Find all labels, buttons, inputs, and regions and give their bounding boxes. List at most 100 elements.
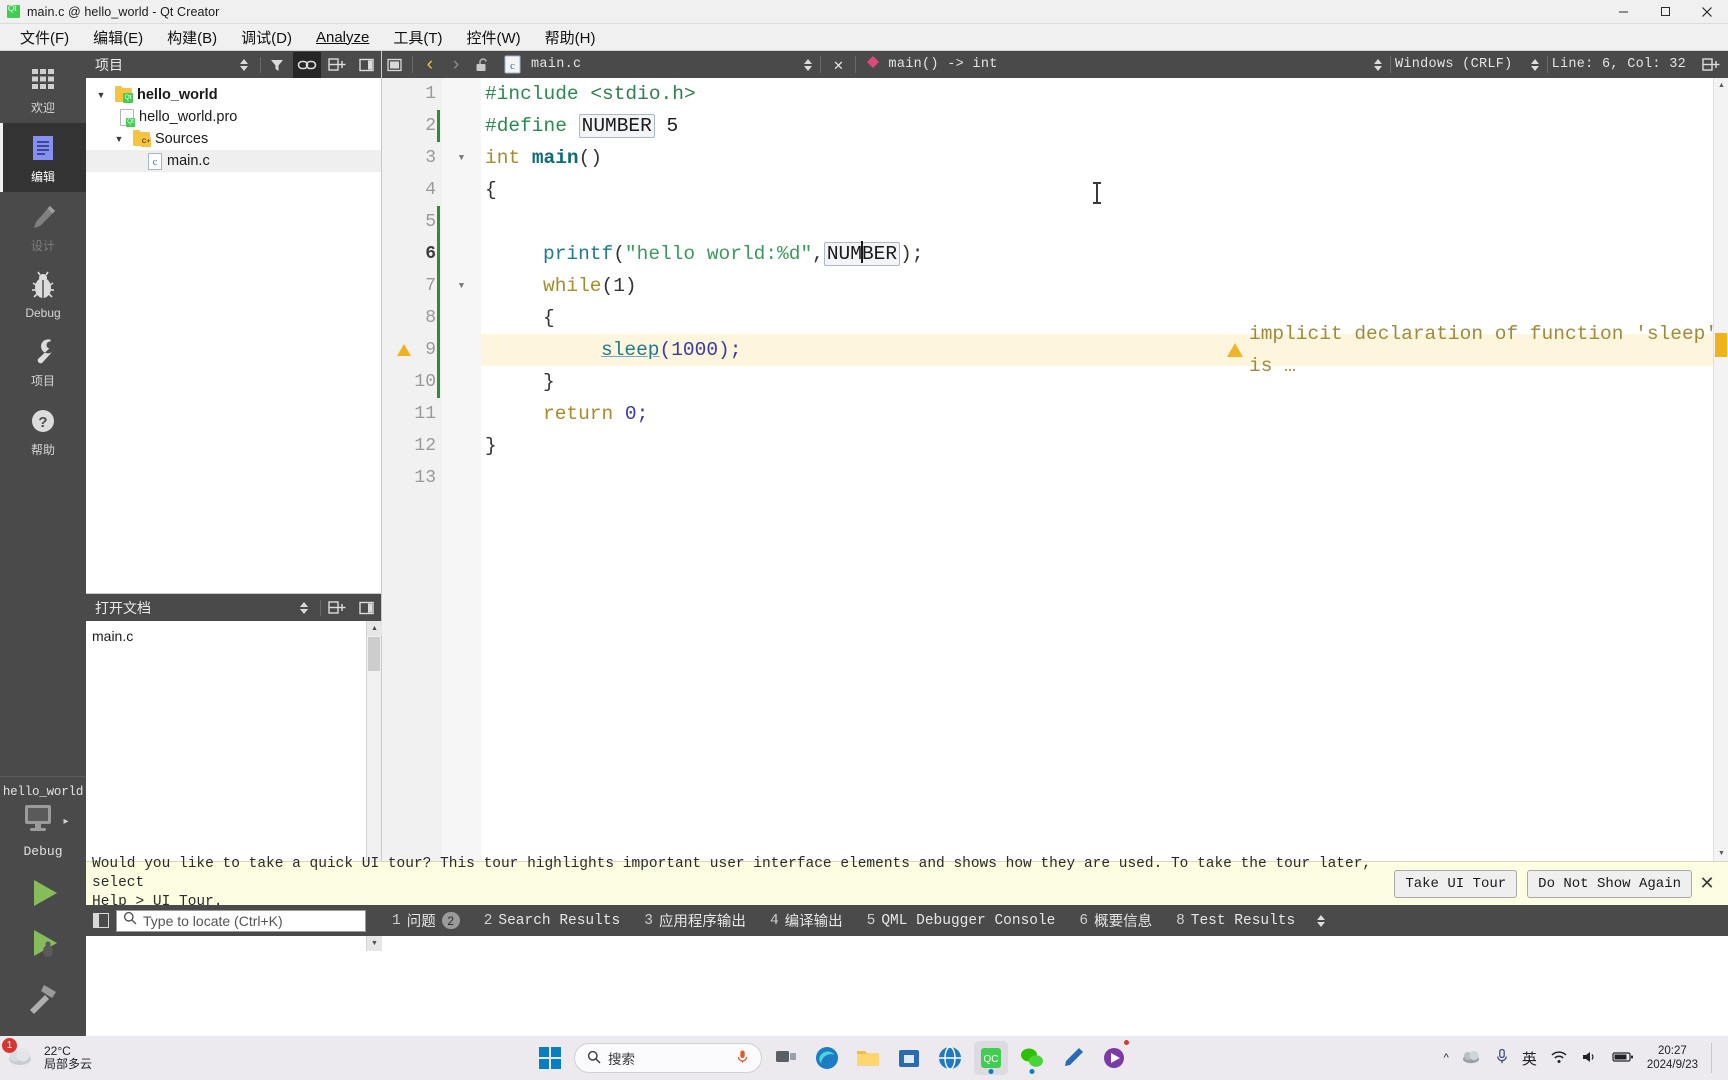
toggle-sidebar-icon[interactable]	[86, 905, 116, 936]
store-icon[interactable]	[892, 1041, 926, 1075]
close-pane-icon[interactable]	[353, 52, 381, 78]
output-tab-general-messages[interactable]: 6 概要信息	[1067, 910, 1164, 932]
hammer-icon[interactable]	[21, 979, 65, 1022]
code-line[interactable]: 11 return 0;	[382, 398, 1728, 430]
chevron-down-icon[interactable]: ▼	[110, 134, 128, 144]
code-line[interactable]: 12 }	[382, 430, 1728, 462]
play-triangle-icon[interactable]	[21, 875, 65, 916]
menu-file[interactable]: 文件(F)	[8, 24, 81, 51]
tree-row-sources[interactable]: ▼ C+ Sources	[86, 128, 381, 150]
code-line[interactable]: 10 }	[382, 366, 1728, 398]
file-dropdown-icon[interactable]	[800, 57, 816, 73]
wechat-icon[interactable]	[1015, 1041, 1049, 1075]
editor-filename[interactable]: main.c	[531, 57, 581, 72]
code-line[interactable]: 4 {	[382, 174, 1728, 206]
funnel-icon[interactable]	[263, 52, 291, 78]
volume-icon[interactable]	[1581, 1050, 1599, 1067]
show-desktop-button[interactable]	[1711, 1043, 1716, 1073]
mode-edit[interactable]: 编辑	[0, 123, 86, 192]
locator-input[interactable]: Type to locate (Ctrl+K)	[116, 909, 366, 932]
editor-icon[interactable]	[1056, 1041, 1090, 1075]
microphone-icon[interactable]	[736, 1049, 749, 1067]
taskbar-weather-widget[interactable]: 1 22°C 局部多云	[0, 1037, 200, 1073]
menu-edit[interactable]: 编辑(E)	[81, 24, 155, 51]
code-line[interactable]: 1 #include <stdio.h>	[382, 78, 1728, 110]
code-line[interactable]: 3 ▼ int main()	[382, 142, 1728, 174]
fold-toggle-icon[interactable]: ▼	[442, 142, 481, 174]
ime-indicator[interactable]: 英	[1522, 1048, 1537, 1069]
split-plus-icon[interactable]	[323, 595, 351, 621]
chevron-right-icon[interactable]: ›	[443, 52, 469, 78]
onedrive-icon[interactable]	[1462, 1049, 1482, 1067]
menu-widgets[interactable]: 控件(W)	[455, 24, 533, 51]
close-icon[interactable]: ✕	[1692, 873, 1722, 894]
scroll-up-arrow[interactable]: ▲	[367, 621, 382, 636]
menu-help[interactable]: 帮助(H)	[533, 24, 608, 51]
battery-icon[interactable]	[1612, 1051, 1634, 1066]
minimize-button[interactable]	[1602, 0, 1644, 24]
code-line[interactable]: 9 sleep(1000); implicit declaration of f…	[382, 323, 1728, 377]
tree-row-hello-world-pro[interactable]: Qt hello_world.pro	[86, 106, 381, 128]
chain-link-icon[interactable]	[293, 51, 321, 78]
scroll-up-arrow[interactable]: ▲	[1714, 78, 1728, 93]
tree-row-main-c[interactable]: c main.c	[86, 150, 381, 172]
unlocked-padlock-icon[interactable]	[469, 52, 495, 78]
output-tab-test-results[interactable]: 8 Test Results	[1164, 913, 1307, 929]
symbol-dropdown-icon[interactable]	[1370, 57, 1386, 73]
scroll-thumb[interactable]	[368, 637, 380, 671]
edge-browser-icon[interactable]	[810, 1041, 844, 1075]
updown-chevron-icon[interactable]	[1313, 913, 1329, 929]
list-item[interactable]: main.c	[92, 625, 381, 646]
menu-debug[interactable]: 调试(D)	[229, 24, 304, 51]
tree-row-hello-world[interactable]: ▼ Qt hello_world	[86, 84, 381, 106]
editor-scrollbar[interactable]: ▲ ▼	[1713, 78, 1728, 861]
hide-sidebar-icon[interactable]	[382, 52, 408, 78]
output-tab-compile-output[interactable]: 4 编译输出	[758, 910, 855, 932]
chevron-down-icon[interactable]: ▼	[92, 90, 110, 100]
show-hidden-icons[interactable]: ^	[1444, 1052, 1449, 1064]
qt-creator-icon[interactable]: QC	[974, 1041, 1008, 1075]
take-ui-tour-button[interactable]: Take UI Tour	[1394, 869, 1518, 898]
scroll-down-arrow[interactable]: ▼	[367, 936, 382, 951]
mode-help[interactable]: ? 帮助	[0, 396, 86, 465]
code-area[interactable]: 1 #include <stdio.h> 2 #define NUMBER 5 …	[382, 78, 1728, 861]
close-button[interactable]	[1686, 0, 1728, 24]
do-not-show-again-button[interactable]: Do Not Show Again	[1527, 869, 1692, 898]
split-plus-icon[interactable]	[1698, 52, 1724, 78]
scroll-down-arrow[interactable]: ▼	[1714, 846, 1728, 861]
line-ending-dropdown-icon[interactable]	[1527, 57, 1543, 73]
play-bug-icon[interactable]	[21, 925, 65, 966]
microphone-icon[interactable]	[1495, 1048, 1509, 1068]
split-plus-icon[interactable]	[323, 52, 351, 78]
line-ending-selector[interactable]: Windows (CRLF)	[1395, 57, 1513, 72]
menu-build[interactable]: 构建(B)	[155, 24, 229, 51]
taskbar-search-box[interactable]: 搜索	[574, 1043, 762, 1073]
windows-logo-icon[interactable]	[533, 1041, 567, 1075]
mode-projects[interactable]: 项目	[0, 327, 86, 396]
code-editor[interactable]: 1 #include <stdio.h> 2 #define NUMBER 5 …	[382, 78, 1728, 861]
output-tab-issues[interactable]: 1 问题 2	[380, 910, 472, 931]
code-line[interactable]: 2 #define NUMBER 5	[382, 110, 1728, 142]
output-tab-search-results[interactable]: 2 Search Results	[472, 913, 633, 929]
media-icon[interactable]	[1097, 1040, 1131, 1075]
maximize-button[interactable]	[1644, 0, 1686, 24]
taskbar-clock[interactable]: 20:27 2024/9/23	[1647, 1044, 1698, 1072]
close-pane-icon[interactable]	[353, 595, 381, 621]
menu-analyze[interactable]: Analyze	[304, 26, 381, 49]
kit-selector[interactable]: hello_world ▸ Debug	[0, 781, 86, 859]
editor-symbol-selector[interactable]: main() -> int	[888, 57, 997, 72]
chevron-left-icon[interactable]: ‹	[417, 52, 443, 78]
close-x-icon[interactable]: ✕	[825, 52, 851, 78]
fold-toggle-icon[interactable]: ▼	[442, 270, 481, 302]
file-explorer-icon[interactable]	[851, 1041, 885, 1075]
mode-debug[interactable]: Debug	[0, 261, 86, 327]
wifi-icon[interactable]	[1550, 1050, 1568, 1067]
mode-welcome[interactable]: 欢迎	[0, 51, 86, 123]
mode-design[interactable]: 设计	[0, 192, 86, 261]
task-view-icon[interactable]	[769, 1041, 803, 1075]
code-line[interactable]: 13	[382, 462, 1728, 494]
output-tab-qml-debugger-console[interactable]: 5 QML Debugger Console	[855, 913, 1068, 929]
output-tab-application-output[interactable]: 3 应用程序输出	[632, 910, 758, 932]
open-documents-view-selector[interactable]	[290, 595, 318, 621]
projects-view-selector[interactable]	[230, 52, 258, 78]
